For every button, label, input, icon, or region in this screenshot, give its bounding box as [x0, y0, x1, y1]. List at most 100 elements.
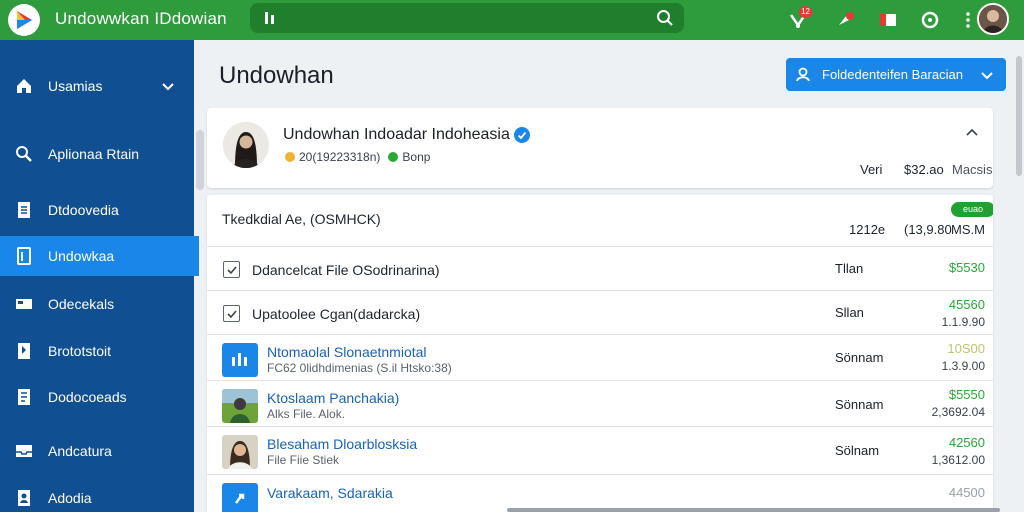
table-row[interactable]: Blesaham Dloarblosksia File Fiie Stiek S…	[207, 427, 993, 475]
status-icon	[388, 152, 399, 162]
user-icon	[14, 488, 34, 508]
horizontal-scrollbar[interactable]	[507, 508, 1000, 512]
table-row[interactable]: Ktoslaam Panchakia) Alks File. Alok. Sön…	[207, 381, 993, 427]
sidebar-item-label: Aplionaa Rtain	[48, 146, 140, 162]
row-sub-amount: 1.1.9.90	[941, 315, 985, 329]
list-header-title: Tkedkdial Ae, (OSMHCK)	[222, 211, 381, 227]
row-title: Upatoolee Cgan(dadarcka)	[252, 306, 421, 322]
notifications-icon[interactable]: 12	[786, 6, 812, 32]
sidebar-item-undowkaa[interactable]: Undowkaa	[0, 236, 199, 276]
profile-card: Undowhan Indoadar Indoheasia 20(19223318…	[207, 108, 993, 188]
bookmark-icon	[14, 341, 34, 361]
row-subtitle: File Fiie Stiek	[267, 453, 340, 467]
row-amount: 44500	[948, 485, 985, 500]
row-amount: 42560	[948, 435, 985, 450]
landscape-photo-icon	[222, 389, 258, 423]
profile-meta-date: 20(19223318n)	[299, 150, 381, 164]
sidebar-item-label: Undowkaa	[48, 248, 115, 264]
megaphone-icon[interactable]	[834, 8, 858, 32]
sidebar-item-dtdoovedia[interactable]: Dtdoovedia	[0, 190, 194, 230]
row-amount: $5550	[948, 387, 985, 402]
table-row[interactable]: Varakaam, Sdarakia 44500	[207, 475, 993, 512]
app-title: Undowwkan IDdowian	[55, 9, 227, 28]
row-subtitle: Alks File. Alok.	[267, 407, 346, 421]
table-row[interactable]: Ntomaolal Slonaetnmiotal FC62 0lidhdimen…	[207, 335, 993, 381]
sidebar-item-andcatura[interactable]: Andcatura	[0, 431, 194, 471]
book-icon	[14, 387, 34, 407]
sidebar-item-label: Andcatura	[48, 443, 112, 459]
row-count: Sönnam	[835, 397, 884, 412]
list-header-col2: (13,9.80	[904, 222, 952, 237]
app-logo-icon[interactable]	[8, 4, 40, 36]
user-avatar[interactable]	[977, 3, 1009, 35]
notification-badge: 12	[799, 6, 812, 18]
main-content: Undowhan Foldedenteifen Baracian Undowha…	[194, 40, 1024, 512]
row-checkbox[interactable]	[223, 305, 240, 322]
sidebar-item-label: Brototstoit	[48, 343, 112, 359]
profile-right-label: Veri	[860, 162, 883, 177]
sidebar-item-aplionaa[interactable]: Aplionaa Rtain	[0, 134, 194, 174]
tablet-icon	[14, 246, 34, 266]
sidebar-item-adodia[interactable]: Adodia	[0, 478, 194, 512]
status-badge: euao	[951, 202, 993, 217]
sidebar-item-usamias[interactable]: Usamias	[0, 66, 194, 106]
profile-right-unit: Macsis	[952, 162, 993, 177]
inbox-icon[interactable]	[876, 8, 900, 32]
row-title[interactable]: Varakaam, Sdarakia	[267, 485, 393, 501]
row-count: Sölnam	[835, 443, 880, 458]
sidebar-item-label: Odecekals	[48, 296, 115, 312]
profile-avatar[interactable]	[223, 122, 269, 168]
top-bar: Undowwkan IDdowian 12	[0, 0, 1024, 40]
sidebar-item-label: Adodia	[48, 490, 92, 506]
items-list-card: Tkedkdial Ae, (OSMHCK) euao 1212e (13,9.…	[207, 195, 993, 512]
row-title[interactable]: Blesaham Dloarblosksia	[267, 436, 417, 452]
sidebar-item-odecekals[interactable]: Odecekals	[0, 284, 194, 324]
help-icon[interactable]	[918, 8, 942, 32]
card-icon	[14, 294, 34, 314]
row-subtitle: FC62 0lidhdimenias (S.il Htsko:38)	[267, 361, 452, 375]
chevron-down-icon[interactable]	[160, 78, 176, 94]
sidebar-item-brototstoit[interactable]: Brototstoit	[0, 331, 194, 371]
page-scrollbar[interactable]	[1016, 56, 1022, 176]
sidebar-item-label: Dtdoovedia	[48, 202, 119, 218]
file-icon	[222, 483, 258, 512]
microphone-icon[interactable]	[262, 9, 280, 27]
row-title[interactable]: Ntomaolal Slonaetnmiotal	[267, 344, 427, 360]
profile-meta: 20(19223318n) Bonp	[285, 150, 430, 164]
sidebar-item-dodocoeads[interactable]: Dodocoeads	[0, 377, 194, 417]
row-amount: $5530	[948, 260, 985, 275]
chevron-down-icon[interactable]	[980, 68, 994, 82]
list-header-col3: MS.M	[951, 222, 985, 237]
file-icon	[222, 343, 258, 377]
row-title[interactable]: Ktoslaam Panchakia)	[267, 390, 399, 406]
row-checkbox[interactable]	[223, 261, 240, 278]
table-row[interactable]: Upatoolee Cgan(dadarcka) Sllan 45560 1.1…	[207, 291, 993, 335]
primary-action-label: Foldedenteifen Baracian	[822, 67, 963, 82]
search-icon[interactable]	[656, 9, 674, 27]
page-title: Undowhan	[219, 62, 334, 89]
row-title: Ddancelcat File OSodrinarina)	[252, 262, 440, 278]
row-sub-amount: 1,3612.00	[931, 453, 985, 467]
chevron-up-icon[interactable]	[965, 126, 979, 140]
verified-badge-icon	[514, 127, 530, 143]
document-icon	[14, 200, 34, 220]
row-count: Sönnam	[835, 350, 884, 365]
row-count: Sllan	[835, 305, 864, 320]
search-icon	[14, 144, 34, 164]
home-icon	[14, 76, 34, 96]
search-bar[interactable]	[250, 3, 684, 33]
row-amount: 45560	[948, 297, 985, 312]
user-icon	[795, 66, 811, 82]
row-sub-amount: 2,3692.04	[931, 405, 985, 419]
portrait-photo-icon	[222, 435, 258, 469]
profile-name: Undowhan Indoadar Indoheasia	[283, 126, 510, 143]
search-input[interactable]	[290, 7, 650, 29]
primary-action-button[interactable]: Foldedenteifen Baracian	[786, 58, 1006, 91]
row-amount: 10S00	[947, 341, 985, 356]
sidebar: Usamias Aplionaa Rtain Dtdoovedia Undowk…	[0, 40, 199, 512]
profile-meta-status: Bonp	[402, 150, 431, 164]
sidebar-item-label: Dodocoeads	[48, 389, 127, 405]
row-count: Tllan	[835, 261, 864, 276]
table-row[interactable]: Ddancelcat File OSodrinarina) Tllan $553…	[207, 247, 993, 291]
list-header: Tkedkdial Ae, (OSMHCK) euao 1212e (13,9.…	[207, 195, 993, 247]
